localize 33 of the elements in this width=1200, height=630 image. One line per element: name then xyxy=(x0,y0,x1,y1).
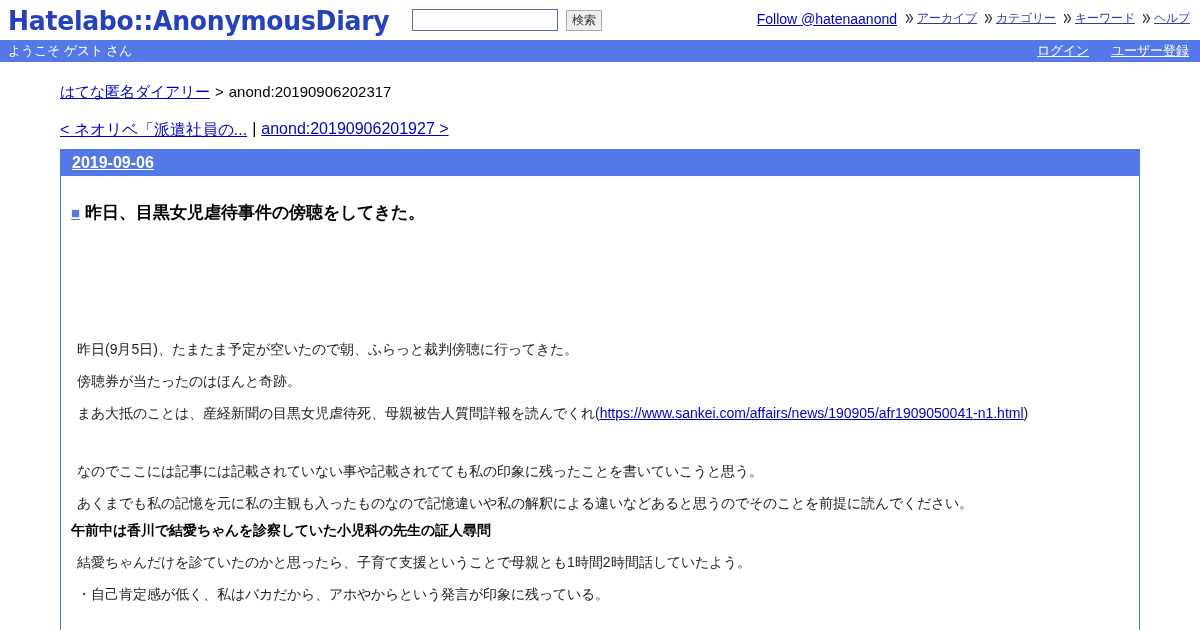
paragraph: 結愛ちゃんだけを診ていたのかと思ったら、子育て支援ということで母親とも1時間2時間話していたよう。 xyxy=(77,553,752,572)
chevron-icon xyxy=(1064,14,1071,23)
date-link[interactable]: 2019-09-06 xyxy=(72,154,154,172)
chevron-icon xyxy=(985,14,992,23)
user-link[interactable]: ログイン xyxy=(1037,42,1089,60)
paragraph: 昨日(9月5日)、たまたま予定が空いたので朝、ふらっと裁判傍聴に行ってきた。 xyxy=(77,340,579,359)
user-link[interactable]: ユーザー登録 xyxy=(1111,42,1189,60)
paragraph: なのでここには記事には記載されていない事や記載されてても私の印象に残ったことを書いていこうと思う。 xyxy=(77,462,764,481)
pager-separator: | xyxy=(252,120,257,139)
chevron-icon xyxy=(906,14,913,23)
breadcrumb-separator: > xyxy=(215,83,224,102)
search-field[interactable] xyxy=(412,9,559,31)
paragraph: 傍聴券が当たったのはほんと奇跡。 xyxy=(77,372,302,391)
section-heading: 午前中は香川で結愛ちゃんを診察していた小児科の先生の証人尋問 xyxy=(71,521,492,540)
follow-link[interactable]: Follow @hatenaanond xyxy=(756,10,897,27)
breadcrumb-current: anond:20190906202317 xyxy=(228,83,392,102)
welcome-text: ようこそ ゲスト さん xyxy=(8,42,133,60)
site-logo[interactable]: Hatelabo::AnonymousDiary xyxy=(8,4,390,36)
search-button[interactable]: 検索 xyxy=(566,9,603,31)
paragraph: ・自己肯定感が低く、私はバカだから、アホやからという発言が印象に残っている。 xyxy=(77,585,610,604)
next-entry-link[interactable]: anond:20190906201927 > xyxy=(261,120,449,141)
nav-link[interactable]: カテゴリー xyxy=(996,10,1056,27)
prev-entry-link[interactable]: < ネオリベ「派遣社員の... xyxy=(60,120,248,141)
nav-link[interactable]: キーワード xyxy=(1075,10,1135,27)
entry-mark-link[interactable]: ■ xyxy=(71,204,81,221)
nav-link[interactable]: ヘルプ xyxy=(1154,10,1190,27)
entry-title: 昨日、目黒女児虐待事件の傍聴をしてきた。 xyxy=(85,202,426,224)
nav-link[interactable]: アーカイブ xyxy=(917,10,977,27)
paragraph: あくまでも私の記憶を元に私の主観も入ったものなので記憶違いや私の解釈による違いなどあると思うのでそのことを前提に読んでください。 xyxy=(77,494,974,513)
chevron-icon xyxy=(1143,14,1150,23)
paragraph: まあ大抵のことは、産経新聞の目黒女児虐待死、母親被告人質問詳報を読んでくれ(https://www.sankei.com/affairs/news/190905/afr1909050041-n1.html) xyxy=(77,404,1030,423)
breadcrumb-link[interactable]: はてな匿名ダイアリー xyxy=(60,83,210,102)
article-link[interactable]: https://www.sankei.com/affairs/news/190905/afr1909050041-n1.html xyxy=(599,405,1024,421)
